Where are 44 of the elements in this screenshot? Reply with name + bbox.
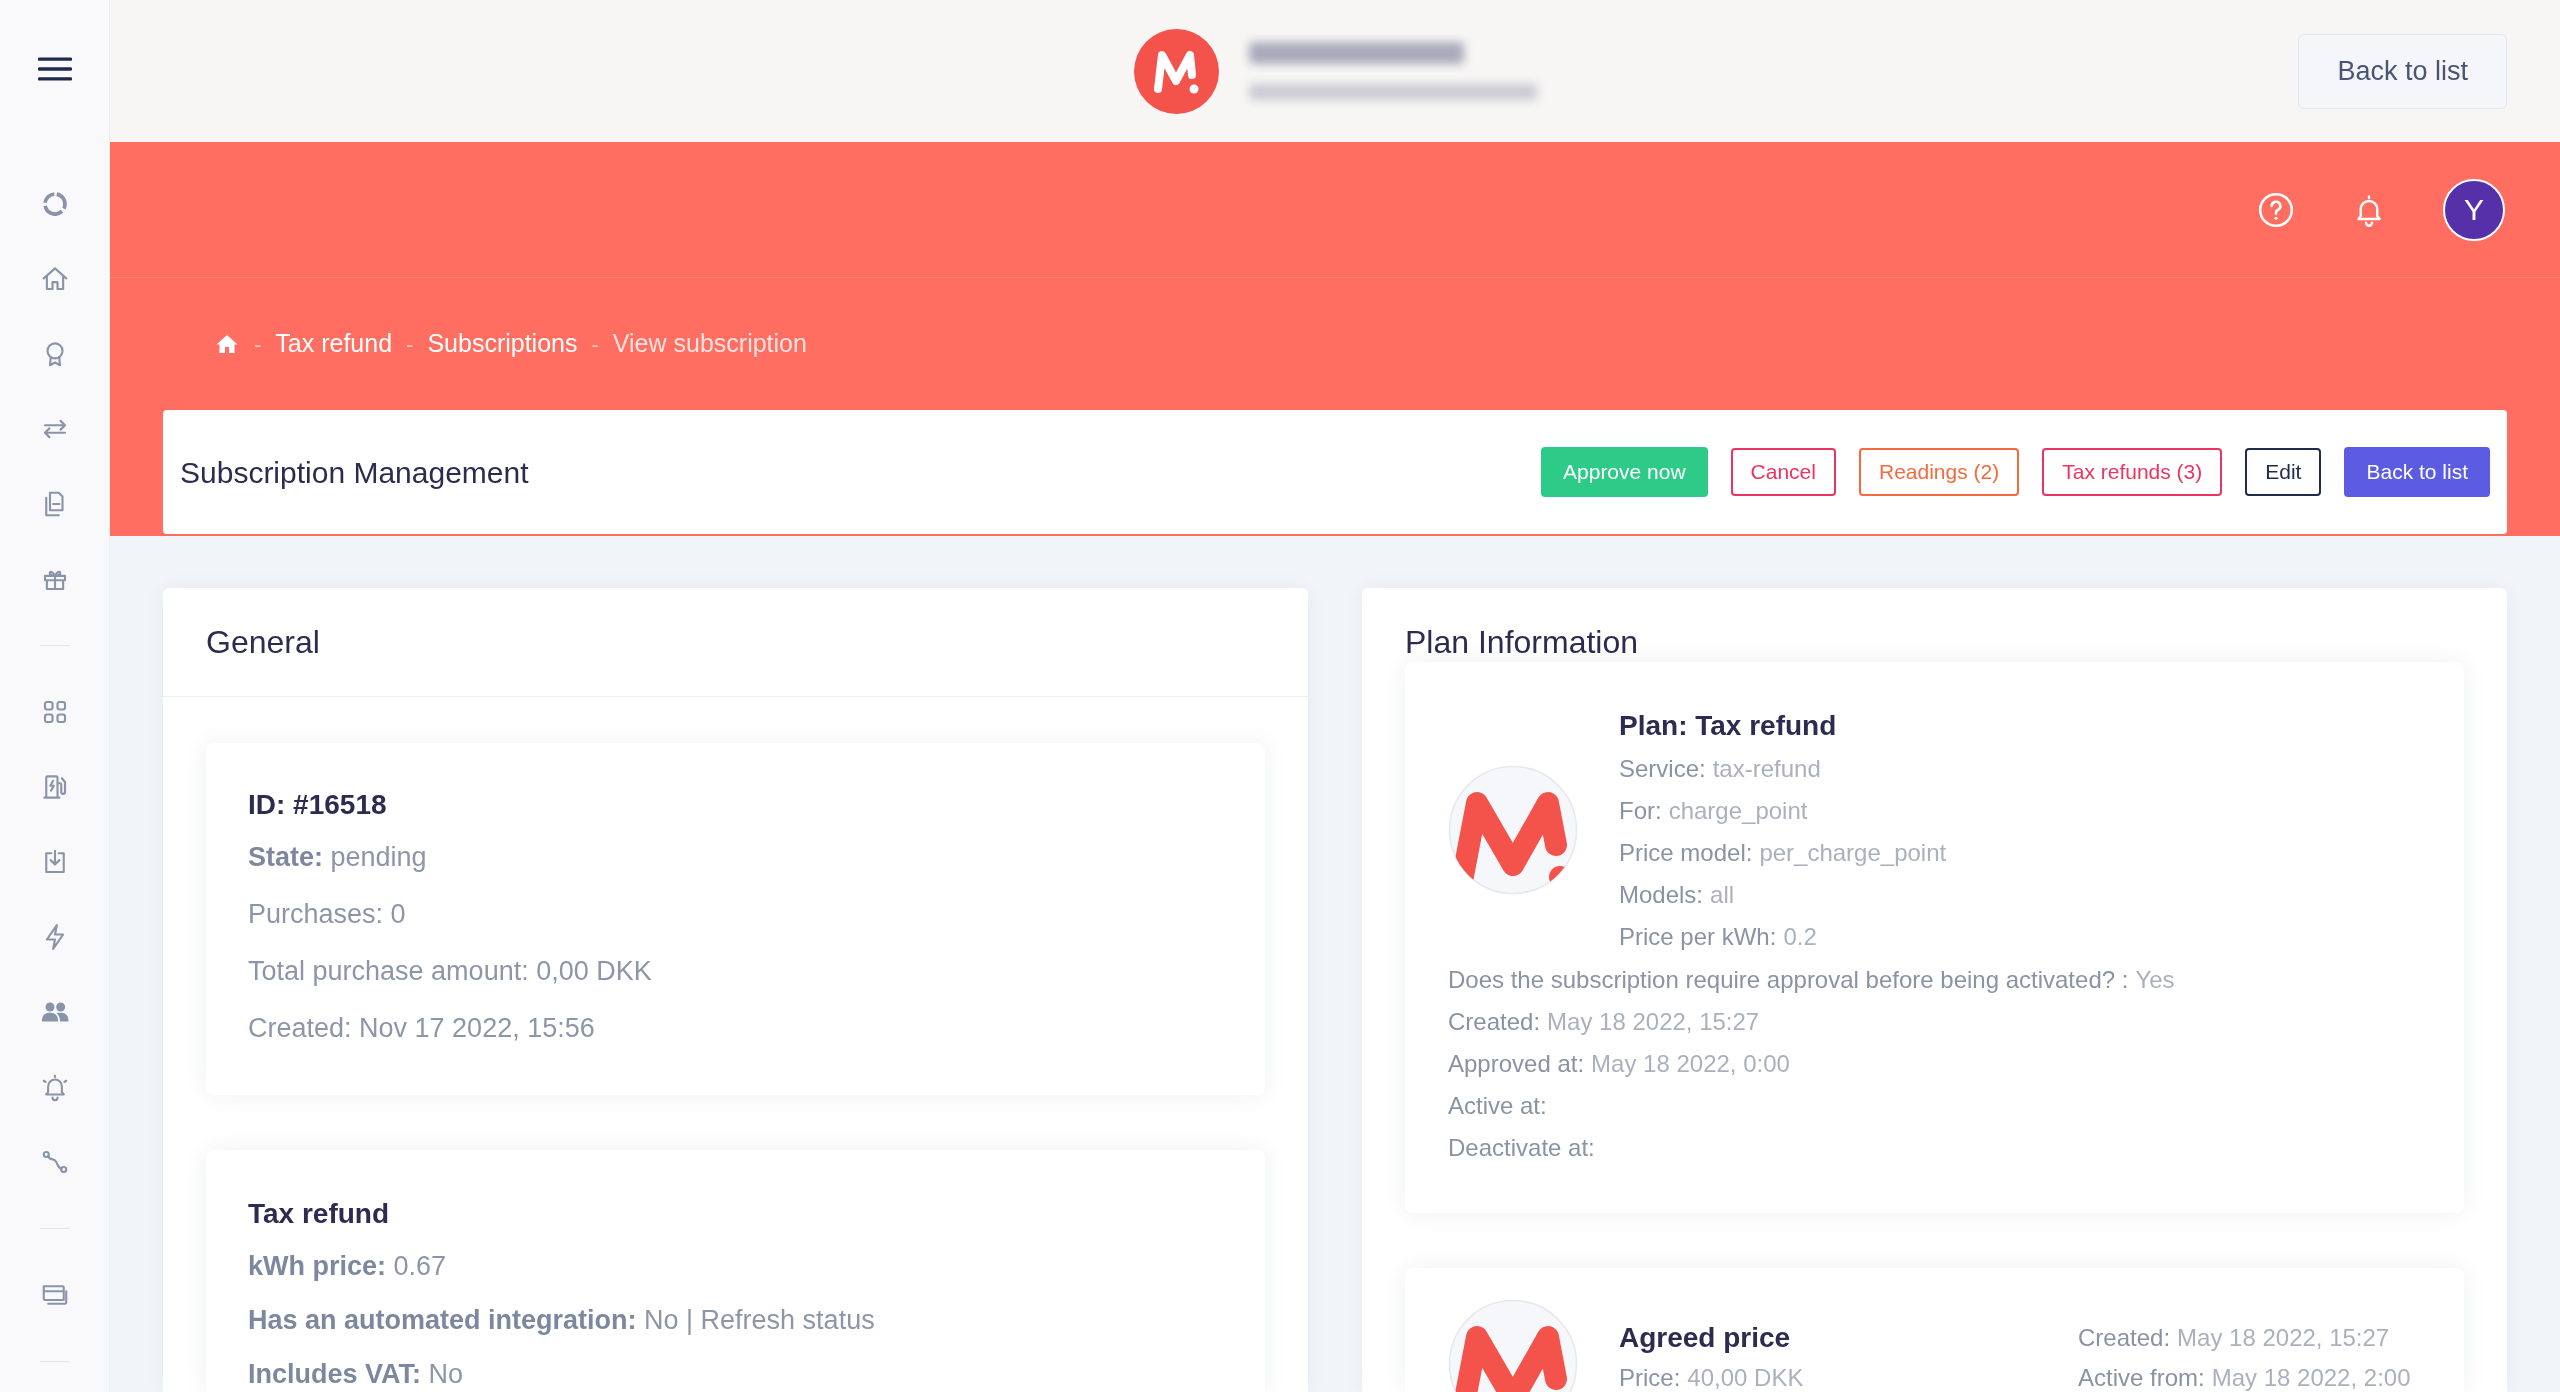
breadcrumb-current: View subscription	[612, 328, 807, 360]
detail-line: For: charge_point	[1619, 796, 1809, 826]
detail-line: Deactivate at:	[1448, 1133, 1596, 1163]
home-icon[interactable]	[214, 332, 240, 356]
detail-line: Price: 40,00 DKK	[1619, 1363, 1805, 1392]
action-button[interactable]: Readings (2)	[1858, 448, 2020, 496]
info-line: Has an automated integration: No | Refresh status	[248, 1304, 876, 1337]
info-line: Purchases: 0	[248, 898, 407, 931]
detail-line: Service: tax-refund	[1619, 754, 1822, 784]
back-button[interactable]: Back to list	[2298, 33, 2507, 109]
detail-line: Approved at: May 18 2022, 0:00	[1448, 1049, 1791, 1079]
info-line: Created: Nov 17 2022, 15:56	[248, 1012, 596, 1045]
info-line: Includes VAT: No	[248, 1358, 465, 1391]
card-title: Plan Information	[1405, 623, 1639, 662]
help-icon[interactable]	[2257, 190, 2295, 229]
action-button[interactable]: Back to list	[2344, 447, 2490, 497]
breadcrumb-separator: -	[254, 330, 262, 359]
action-button[interactable]: Tax refunds (3)	[2042, 448, 2223, 496]
action-button[interactable]: Cancel	[1730, 448, 1836, 496]
breadcrumb-link[interactable]: Tax refund	[275, 325, 393, 363]
detail-line: Models: all	[1619, 880, 1736, 910]
detail-line: Price model: per_charge_point	[1619, 838, 1947, 868]
breadcrumb-link[interactable]: Subscriptions	[427, 325, 578, 363]
detail-line: Price per kWh: 0.2	[1619, 922, 1818, 952]
info-line: State: pending	[248, 841, 428, 874]
detail-line: Created: May 18 2022, 15:27	[2078, 1323, 2391, 1353]
detail-line: Active at:	[1448, 1091, 1548, 1121]
breadcrumb-separator: -	[591, 330, 599, 359]
action-button[interactable]: Approve now	[1541, 447, 1708, 497]
info-title: Agreed price	[1619, 1321, 1792, 1355]
action-button[interactable]: Edit	[2245, 448, 2322, 496]
detail-line: Active from: May 18 2022, 2:00	[2078, 1363, 2411, 1392]
avatar-button[interactable]: Y	[2443, 178, 2505, 241]
info-title: Tax refund	[248, 1197, 391, 1231]
card-title: General	[206, 623, 320, 662]
detail-line: Created: May 18 2022, 15:27	[1448, 1007, 1761, 1037]
detail-line: Does the subscription require approval before being activated? : Yes	[1448, 965, 2176, 995]
breadcrumb-separator: -	[406, 330, 414, 359]
info-line: Total purchase amount: 0,00 DKK	[248, 955, 653, 988]
menu-icon[interactable]	[37, 56, 72, 82]
info-title: Plan: Tax refund	[1619, 709, 1838, 743]
info-line: kWh price: 0.67	[248, 1250, 448, 1283]
info-title: ID: #16518	[248, 788, 388, 822]
page-title: Subscription Management	[180, 454, 529, 491]
